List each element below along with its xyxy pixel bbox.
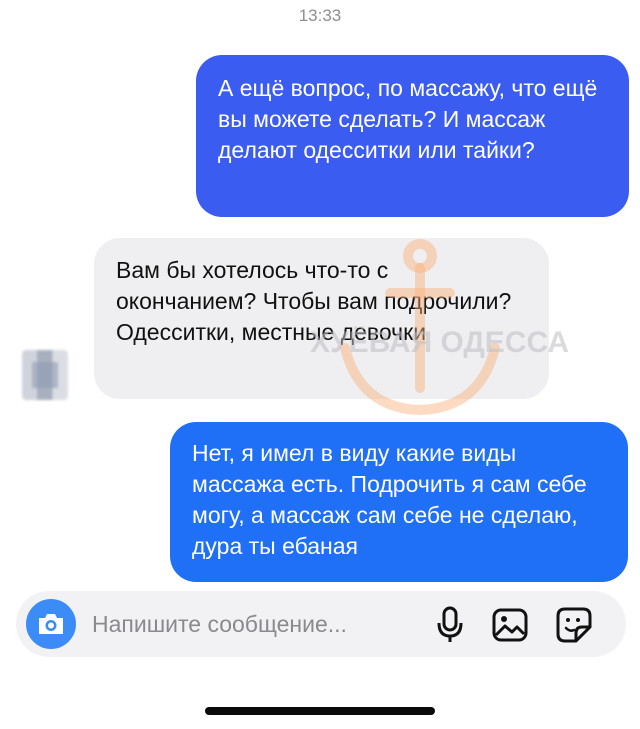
camera-icon — [39, 614, 63, 634]
message-input[interactable]: Напишите сообщение... — [92, 611, 347, 638]
message-timestamp: 13:33 — [298, 6, 342, 25]
message-bubble-outgoing[interactable]: Нет, я имел в виду какие виды массажа ес… — [170, 422, 628, 582]
gallery-button[interactable] — [490, 605, 530, 645]
sticker-icon — [556, 607, 592, 643]
camera-button[interactable] — [26, 599, 76, 649]
home-indicator[interactable] — [205, 707, 435, 715]
gallery-icon — [492, 608, 528, 642]
message-bubble-incoming[interactable]: Вам бы хотелось что-то с окончанием? Что… — [94, 238, 549, 399]
message-composer: Напишите сообщение... — [16, 591, 626, 657]
contact-avatar[interactable] — [22, 350, 68, 400]
message-bubble-outgoing[interactable]: А ещё вопрос, по массажу, что ещё вы мож… — [196, 55, 629, 217]
sticker-button[interactable] — [554, 605, 594, 645]
microphone-icon — [437, 606, 463, 642]
microphone-button[interactable] — [430, 605, 470, 645]
